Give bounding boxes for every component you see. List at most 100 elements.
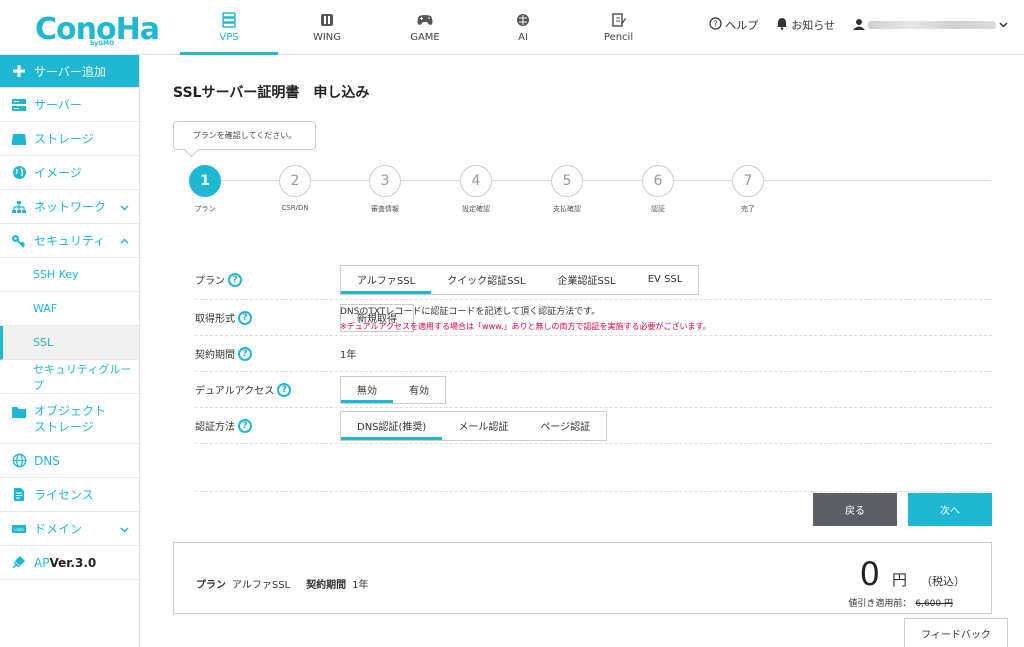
sidebar-item-ssl[interactable]: SSL [0, 326, 139, 360]
sidebar-item-label: WAF [33, 302, 58, 315]
user-menu[interactable] [853, 18, 1008, 33]
plus-icon [10, 62, 28, 80]
feedback-button[interactable]: フィードバック [904, 618, 1008, 647]
help-icon[interactable]: ? [238, 346, 252, 361]
desc-row [195, 444, 992, 492]
chevron-down-icon [120, 201, 129, 215]
key-icon [10, 232, 28, 250]
topnav-game[interactable]: GAME [376, 0, 474, 55]
storage-icon [10, 130, 28, 148]
summary-period-value: 1年 [352, 580, 369, 591]
help-icon[interactable]: ? [277, 382, 292, 397]
price-display: 0 円 （税込） [860, 555, 965, 593]
plan-row: プラン ? アルファSSL クイック認証SSL 企業認証SSL EV SSL [195, 260, 992, 300]
auth-warning-text: ※デュアルアクセスを適用する場合は「www.」ありと無しの両方で認証を実施する必… [340, 322, 711, 331]
sidebar-item-waf[interactable]: WAF [0, 292, 139, 326]
sidebar-item-server[interactable]: サーバー [0, 88, 139, 122]
help-icon[interactable]: ? [228, 272, 242, 287]
chevron-down-icon [999, 19, 1008, 32]
server-icon [10, 96, 28, 114]
api-version: Ver.3.0 [49, 555, 97, 570]
help-label: ヘルプ [725, 19, 759, 32]
auth-row: 認証方法 ? DNS認証(推奨) メール認証 ページ認証 [195, 408, 992, 444]
help-icon[interactable]: ? [238, 418, 252, 433]
document-icon [10, 486, 28, 504]
wing-icon [319, 12, 335, 28]
pre-discount-label: 値引き適用前： [848, 599, 912, 609]
step-tooltip: プランを確認してください。 [173, 121, 316, 150]
step-circle: 3 [369, 165, 401, 197]
plan-option-quick[interactable]: クイック認証SSL [431, 266, 541, 294]
chevron-down-icon [120, 523, 129, 537]
sidebar-item-image[interactable]: イメージ [0, 156, 139, 190]
page-title: SSLサーバー証明書 申し込み [173, 85, 370, 101]
step-4: 4 設定確認 [446, 165, 506, 214]
help-icon: ? [709, 17, 722, 33]
main-content: SSLサーバー証明書 申し込み プランを確認してください。 1 プラン 2 CS… [140, 55, 1024, 647]
dual-option-on[interactable]: 有効 [393, 377, 445, 403]
sidebar-item-label: セキュリティグループ [33, 362, 132, 392]
order-summary: プラン アルファSSL 契約期間 1年 0 円 （税込） 値引き適用前： 6,60… [173, 542, 992, 614]
topnav-pencil[interactable]: Pencil [572, 0, 665, 55]
dual-option-off[interactable]: 無効 [341, 377, 393, 403]
topnav-ai[interactable]: AI [474, 0, 572, 55]
summary-details: プラン アルファSSL 契約期間 1年 [196, 576, 369, 591]
user-icon [853, 18, 865, 33]
plan-selector: アルファSSL クイック認証SSL 企業認証SSL EV SSL [340, 264, 700, 295]
sidebar-item-storage[interactable]: ストレージ [0, 122, 139, 156]
sidebar-item-object-storage[interactable]: オブジェクト ストレージ [0, 394, 139, 444]
sidebar-item-label: SSL [33, 336, 54, 349]
auth-option-mail[interactable]: メール認証 [442, 412, 524, 440]
period-label: 契約期間 [195, 350, 235, 361]
pre-discount-value: 6,600 円 [915, 599, 953, 609]
dual-label: デュアルアクセス [195, 386, 275, 397]
sidebar-item-license[interactable]: ライセンス [0, 478, 139, 512]
plan-option-ev[interactable]: EV SSL [632, 266, 699, 294]
auth-option-page[interactable]: ページ認証 [524, 412, 606, 440]
price-amount: 0 [859, 555, 880, 593]
step-2: 2 CSR/DN [265, 165, 325, 212]
topnav-game-label: GAME [410, 32, 440, 43]
topnav-vps[interactable]: VPS [180, 0, 278, 55]
sidebar-item-ssh-key[interactable]: SSH Key [0, 258, 139, 292]
next-button[interactable]: 次へ [908, 493, 992, 526]
sidebar-item-add-server[interactable]: サーバー追加 [0, 55, 139, 88]
logo-sub: byGMO [90, 40, 115, 47]
price-tax-note: （税込） [921, 575, 965, 588]
topnav-wing-label: WING [312, 32, 342, 43]
dual-label-wrap: デュアルアクセス ? [195, 382, 340, 397]
step-5: 5 支払確認 [537, 165, 597, 214]
stepper: 1 プラン 2 CSR/DN 3 審査情報 4 設定確認 5 支払確認 6 認証… [173, 165, 991, 215]
back-button[interactable]: 戻る [813, 493, 897, 526]
sidebar-item-label: イメージ [34, 166, 82, 180]
topnav-ai-label: AI [518, 32, 528, 43]
summary-plan-label: プラン [196, 580, 226, 591]
help-icon[interactable]: ? [238, 310, 252, 325]
plan-label: プラン [195, 276, 225, 287]
topnav-wing[interactable]: WING [278, 0, 376, 55]
network-icon [10, 198, 28, 216]
globe-image-icon [10, 164, 28, 182]
sidebar-item-security[interactable]: セキュリティ [0, 224, 139, 258]
plan-option-alpha[interactable]: アルファSSL [341, 266, 432, 294]
sidebar-item-network[interactable]: ネットワーク [0, 190, 139, 224]
notice-link[interactable]: お知らせ [776, 17, 835, 33]
sidebar-item-label: ネットワーク [34, 200, 107, 214]
brain-icon [515, 12, 531, 28]
bell-icon [776, 17, 788, 33]
help-link[interactable]: ? ヘルプ [709, 17, 758, 33]
sidebar-item-dns[interactable]: DNS [0, 444, 139, 478]
plan-option-business[interactable]: 企業認証SSL [541, 266, 631, 294]
auth-desc-text: DNSのTXTレコードに認証コードを記述して頂く認証方法です。 [340, 307, 601, 317]
auth-selector: DNS認証(推奨) メール認証 ページ認証 [340, 410, 608, 441]
sidebar-item-api[interactable]: AP Ver.3.0 [0, 546, 139, 580]
sidebar: サーバー追加 サーバー ストレージ イメージ ネットワーク セキュリティ SSH… [0, 55, 140, 647]
step-circle: 2 [279, 165, 311, 197]
step-6: 6 認証 [628, 165, 688, 214]
auth-option-dns[interactable]: DNS認証(推奨) [341, 412, 443, 440]
notice-label: お知らせ [791, 19, 835, 32]
sidebar-item-security-group[interactable]: セキュリティグループ [0, 360, 139, 394]
sidebar-item-domain[interactable]: .com ドメイン [0, 512, 139, 546]
sidebar-item-label: ストレージ [34, 419, 94, 434]
conoha-logo[interactable]: ConoHa byGMO [35, 10, 160, 48]
